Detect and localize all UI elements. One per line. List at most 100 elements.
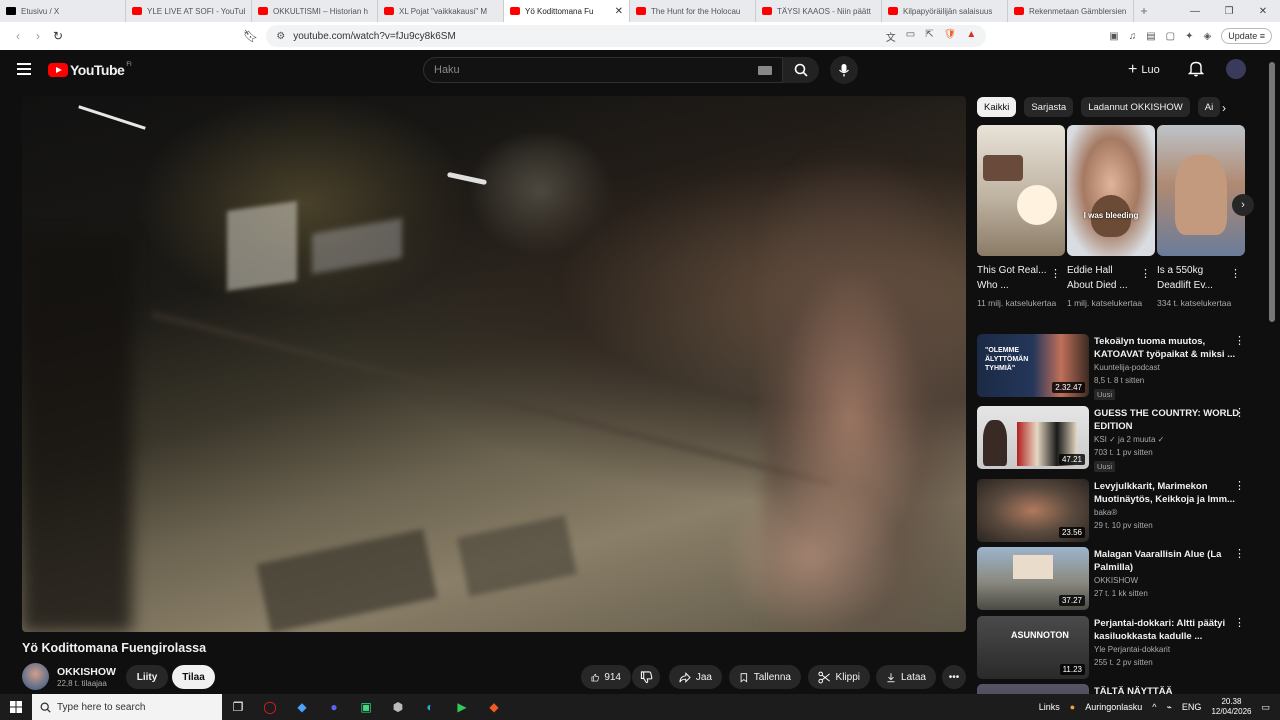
account-avatar[interactable] [1226, 59, 1246, 79]
keyboard-icon[interactable] [758, 65, 772, 75]
download-button[interactable]: Lataa [876, 665, 936, 689]
close-tab-icon[interactable]: ✕ [611, 6, 623, 17]
join-button[interactable]: Liity [126, 665, 168, 689]
play-store-icon[interactable]: ▶ [446, 694, 478, 720]
menu-icon[interactable] [17, 63, 31, 78]
recommended-video[interactable]: 47.21 GUESS THE COUNTRY: WORLD EDITION K… [977, 406, 1263, 472]
app-icon[interactable]: ◆ [286, 694, 318, 720]
reload-icon[interactable]: ↻ [48, 29, 68, 43]
maximize-icon[interactable]: ❐ [1212, 6, 1246, 17]
recommended-video[interactable]: 37.27 Malagan Vaarallisin Alue (La Palmi… [977, 547, 1263, 610]
more-vert-icon[interactable]: ⋮ [1234, 547, 1245, 560]
taskbar-search-input[interactable]: Type here to search [32, 694, 222, 720]
shorts-next-button[interactable]: › [1232, 194, 1254, 216]
clock[interactable]: 20.38 12/04/2026 [1211, 697, 1251, 717]
recommended-video[interactable]: "OLEMME ÄLYTTÖMÄN TYHMIÄ" 2.32.47 Tekoäl… [977, 334, 1263, 400]
more-vert-icon[interactable]: ⋮ [1140, 267, 1151, 280]
language-indicator[interactable]: ENG [1182, 702, 1202, 712]
browser-tab[interactable]: TÄYSI KAAOS - Niin päätt [756, 0, 882, 22]
chip-series[interactable]: Sarjasta [1024, 97, 1074, 117]
music-icon[interactable]: ♫ [1129, 31, 1137, 42]
more-vert-icon[interactable]: ⋮ [1234, 479, 1245, 492]
more-vert-icon[interactable]: ⋮ [1050, 267, 1061, 280]
video-thumbnail[interactable]: "OLEMME ÄLYTTÖMÄN TYHMIÄ" 2.32.47 [977, 334, 1089, 397]
browser-tab[interactable]: Rekenmetaan Gämblersien [1008, 0, 1134, 22]
share-button[interactable]: Jaa [669, 665, 722, 689]
back-arrow-icon[interactable]: ‹ [8, 29, 28, 43]
close-window-icon[interactable]: ✕ [1246, 6, 1280, 17]
ai-icon[interactable]: ✦ [1185, 31, 1193, 42]
chip-uploaded-by[interactable]: Ladannut OKKISHOW [1081, 97, 1190, 117]
url-field[interactable]: ⚙︎ youtube.com/watch?v=fJu9cy8k6SM 文 ▭ ⇱… [266, 25, 987, 47]
more-actions-button[interactable]: ••• [942, 665, 966, 689]
video-channel[interactable]: KSI ✓ ja 2 muuta ✓ [1094, 435, 1164, 444]
task-view-icon[interactable]: ❐ [222, 694, 254, 720]
video-channel[interactable]: OKKISHOW [1094, 576, 1138, 585]
save-button[interactable]: Tallenna [729, 665, 801, 689]
chip-all[interactable]: Kaikki [977, 97, 1017, 117]
minimize-icon[interactable]: — [1178, 6, 1212, 17]
settings-icon[interactable]: ⬢ [382, 694, 414, 720]
video-thumbnail[interactable] [977, 684, 1089, 694]
clip-button[interactable]: Klippi [808, 665, 870, 689]
terminal-icon[interactable]: ▣ [350, 694, 382, 720]
short-item[interactable]: Is a 550kg Deadlift Ev... 334 t. katselu… [1157, 125, 1245, 310]
recommended-video[interactable]: 23.56 Levyjulkkarit, Marimekon Muotinäyt… [977, 479, 1263, 542]
extension-icon[interactable]: ▣ [1109, 31, 1118, 42]
wallet-icon[interactable]: ▢ [1166, 31, 1175, 42]
edge-icon[interactable]: ◐ [414, 694, 446, 720]
page-scrollbar[interactable] [1269, 62, 1275, 692]
network-icon[interactable]: ⌁ [1167, 702, 1172, 713]
bookmark-icon[interactable]: 🔖︎ [243, 29, 258, 43]
dislike-button[interactable] [632, 665, 660, 689]
create-button[interactable]: + Luo [1128, 61, 1160, 79]
sidebar-icon[interactable]: ▤ [1146, 31, 1155, 42]
short-thumbnail[interactable]: I was bleeding [1067, 125, 1155, 256]
share-icon[interactable]: ⇱ [925, 29, 933, 44]
voice-search-button[interactable] [830, 56, 858, 84]
like-button[interactable]: 914 [581, 665, 631, 689]
browser-tab[interactable]: The Hunt for the Holocau [630, 0, 756, 22]
chevron-right-icon[interactable]: › [1222, 101, 1226, 115]
brave-shields-icon[interactable]: 🛡︎ [944, 29, 957, 44]
brave-icon[interactable]: ◆ [478, 694, 510, 720]
video-channel[interactable]: Yle Perjantai-dokkarit [1094, 645, 1170, 654]
short-item[interactable]: This Got Real... Who ... 11 milj. katsel… [977, 125, 1065, 310]
video-channel[interactable]: Kuuntelija-podcast [1094, 363, 1160, 372]
cast-icon[interactable]: ▭ [906, 29, 915, 44]
translate-icon[interactable]: 文 [886, 29, 896, 44]
short-item[interactable]: I was bleeding Eddie Hall About Died ...… [1067, 125, 1155, 310]
video-player[interactable] [22, 96, 966, 632]
youtube-logo[interactable]: YouTube FI [48, 62, 132, 78]
recommended-video[interactable]: ASUNNOTON 11.23 Perjantai-dokkari: Altti… [977, 616, 1263, 679]
browser-tab[interactable]: XL Pojat "vaikkakausi" M [378, 0, 504, 22]
video-thumbnail[interactable]: 37.27 [977, 547, 1089, 610]
browser-tab-active[interactable]: Yö Kodittomana Fu ✕ [504, 0, 630, 22]
more-vert-icon[interactable]: ⋮ [1234, 406, 1245, 419]
links-label[interactable]: Links [1039, 702, 1060, 712]
windows-start-icon[interactable] [0, 694, 32, 720]
notifications-bell-icon[interactable] [1187, 60, 1205, 82]
weather-text[interactable]: Auringonlasku [1085, 702, 1142, 712]
video-thumbnail[interactable]: ASUNNOTON 11.23 [977, 616, 1089, 679]
search-input[interactable]: Haku [423, 57, 783, 83]
browser-tab[interactable]: Kilpapyöräilijän salaisuus [882, 0, 1008, 22]
recommended-video[interactable]: TÄLTÄ NÄYTTÄÄ [977, 684, 1263, 694]
new-tab-button[interactable]: + [1134, 4, 1154, 18]
notification-center-icon[interactable]: ▭ [1261, 702, 1270, 713]
more-vert-icon[interactable]: ⋮ [1234, 616, 1245, 629]
video-thumbnail[interactable]: 47.21 [977, 406, 1089, 469]
discord-icon[interactable]: ● [318, 694, 350, 720]
search-button[interactable] [783, 57, 819, 83]
chip-more[interactable]: Ai [1197, 97, 1221, 117]
video-channel[interactable]: baka® [1094, 508, 1117, 517]
browser-tab[interactable]: Etusivu / X [0, 0, 126, 22]
video-thumbnail[interactable]: 23.56 [977, 479, 1089, 542]
subscribe-button[interactable]: Tilaa [172, 665, 215, 689]
vpn-icon[interactable]: ◈ [1204, 31, 1212, 42]
more-vert-icon[interactable]: ⋮ [1234, 334, 1245, 347]
browser-tab[interactable]: OKKULTISMI – Historian h [252, 0, 378, 22]
warning-icon[interactable]: ▲ [966, 29, 976, 44]
short-thumbnail[interactable] [977, 125, 1065, 256]
channel-avatar[interactable] [22, 663, 49, 690]
